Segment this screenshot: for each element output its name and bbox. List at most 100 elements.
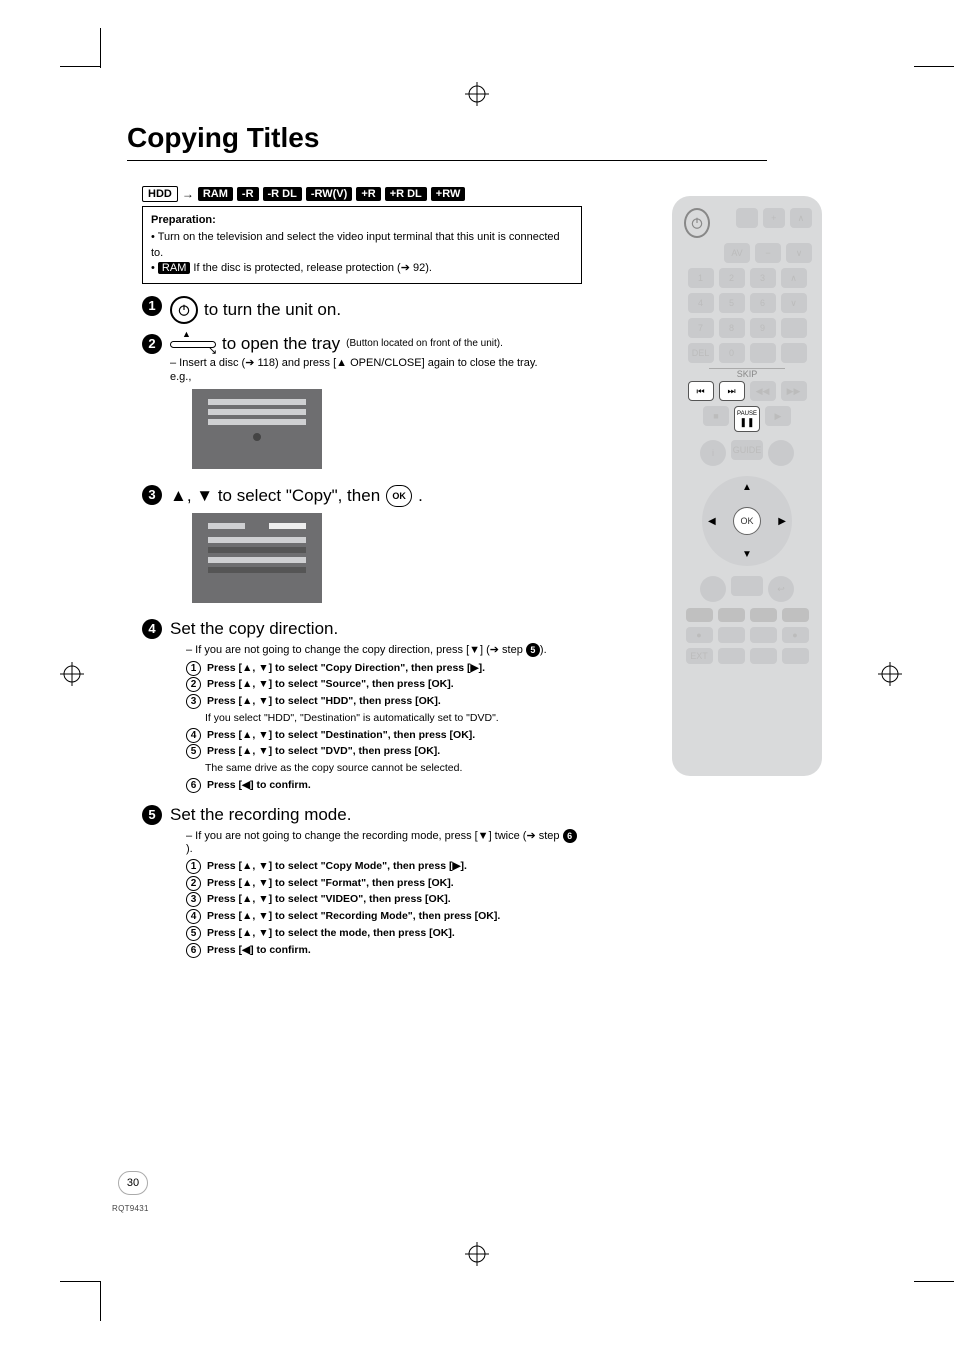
right-arrow-icon: ▶ bbox=[778, 516, 786, 527]
substep-num: 4 bbox=[186, 728, 201, 743]
remote-vol-button: − bbox=[755, 243, 781, 263]
step-5: 5 Set the recording mode. – If you are n… bbox=[142, 805, 582, 960]
disc-label-hdd: HDD bbox=[142, 186, 178, 202]
skip-label: SKIP bbox=[682, 368, 812, 379]
navigation-ring: ▲ ▼ ◀ ▶ OK bbox=[702, 476, 792, 566]
arrow-icon: → bbox=[182, 187, 194, 201]
step-4-item-5: Press [▲, ▼] to select "DVD", then press… bbox=[207, 744, 440, 760]
step-4-item-1: Press [▲, ▼] to select "Copy Direction",… bbox=[207, 661, 485, 677]
disc-label-rwv: -RW(V) bbox=[306, 187, 352, 201]
remote-button bbox=[781, 318, 807, 338]
disc-label-plus-rdl: +R DL bbox=[385, 187, 427, 201]
fast-forward-icon: ▶▶ bbox=[781, 381, 807, 401]
step-4-item-3: Press [▲, ▼] to select "HDD", then press… bbox=[207, 694, 441, 710]
step-4-item-3-note: If you select "HDD", "Destination" is au… bbox=[205, 711, 582, 727]
remote-num-9: 9 bbox=[750, 318, 776, 338]
substep-num: 1 bbox=[186, 661, 201, 676]
ext-button: EXT bbox=[686, 648, 713, 664]
skip-back-icon: ⏮ bbox=[688, 381, 714, 401]
remote-del-button: DEL bbox=[688, 343, 714, 363]
substep-num: 6 bbox=[186, 943, 201, 958]
remote-num-6: 6 bbox=[750, 293, 776, 313]
remote-vol-button: + bbox=[763, 208, 785, 228]
remote-num-1: 1 bbox=[688, 268, 714, 288]
remote-num-5: 5 bbox=[719, 293, 745, 313]
step-ref-5: 5 bbox=[526, 643, 540, 657]
substep-num: 2 bbox=[186, 677, 201, 692]
crop-mark bbox=[100, 1281, 101, 1321]
remote-num-3: 3 bbox=[750, 268, 776, 288]
step-2: 2 ▲↘ to open the tray (Button located on… bbox=[142, 334, 582, 475]
disc-label-plus-r: +R bbox=[356, 187, 380, 201]
crop-mark bbox=[60, 66, 100, 67]
remote-ch-down-button: ∨ bbox=[786, 243, 812, 263]
registration-mark-icon bbox=[878, 662, 902, 686]
menu-illustration bbox=[192, 513, 322, 603]
remote-up-button: ∧ bbox=[781, 268, 807, 288]
step-4-item-6: Press [◀] to confirm. bbox=[207, 778, 311, 794]
rewind-icon: ◀◀ bbox=[750, 381, 776, 401]
step-number-4: 4 bbox=[142, 619, 162, 639]
step-5-item-4: Press [▲, ▼] to select "Recording Mode",… bbox=[207, 909, 500, 925]
step-number-3: 3 bbox=[142, 485, 162, 505]
step-4-substeps: 1 Press [▲, ▼] to select "Copy Direction"… bbox=[186, 661, 582, 794]
remote-button bbox=[750, 648, 777, 664]
substep-num: 4 bbox=[186, 909, 201, 924]
step-5-item-1: Press [▲, ▼] to select "Copy Mode", then… bbox=[207, 859, 467, 875]
crop-mark bbox=[914, 66, 954, 67]
step-5-item-6: Press [◀] to confirm. bbox=[207, 943, 311, 959]
step-ref-6: 6 bbox=[563, 829, 577, 843]
preparation-box: Preparation: • Turn on the television an… bbox=[142, 206, 582, 284]
info-button: i bbox=[700, 440, 726, 466]
preparation-line-1: • Turn on the television and select the … bbox=[151, 230, 573, 261]
disc-label-ram-inline: RAM bbox=[158, 262, 190, 274]
step-4-item-2: Press [▲, ▼] to select "Source", then pr… bbox=[207, 677, 454, 693]
remote-button bbox=[782, 648, 809, 664]
step-3-text: ▲, ▼ to select "Copy", then bbox=[170, 486, 380, 506]
remote-ch-up-button: ∧ bbox=[790, 208, 812, 228]
step-2-subtext: – Insert a disc (➔ 118) and press [▲ OPE… bbox=[170, 356, 582, 369]
page-number: 30 bbox=[118, 1171, 148, 1195]
remote-down-button: ∨ bbox=[781, 293, 807, 313]
remote-button bbox=[731, 576, 763, 596]
step-2-eg: e.g., bbox=[170, 371, 582, 383]
disc-label-rdl: -R DL bbox=[263, 187, 302, 201]
pause-button: PAUSE❚❚ bbox=[734, 406, 760, 432]
main-column: HDD → RAM -R -R DL -RW(V) +R +R DL +RW P… bbox=[142, 186, 582, 969]
step-5-item-2: Press [▲, ▼] to select "Format", then pr… bbox=[207, 876, 454, 892]
remote-num-0: 0 bbox=[719, 343, 745, 363]
substep-num: 3 bbox=[186, 892, 201, 907]
step-2-text: to open the tray bbox=[222, 334, 340, 354]
color-button-blue bbox=[782, 608, 809, 622]
remote-button bbox=[736, 208, 758, 228]
step-4: 4 Set the copy direction. – If you are n… bbox=[142, 619, 582, 795]
remote-av-button: AV bbox=[724, 243, 750, 263]
down-arrow-icon: ▼ bbox=[742, 549, 752, 560]
remote-num-4: 4 bbox=[688, 293, 714, 313]
disc-label-ram: RAM bbox=[198, 187, 233, 201]
power-icon bbox=[684, 208, 710, 238]
crop-mark bbox=[60, 1281, 100, 1282]
step-number-5: 5 bbox=[142, 805, 162, 825]
remote-num-8: 8 bbox=[719, 318, 745, 338]
step-4-dash: – If you are not going to change the cop… bbox=[186, 643, 582, 657]
color-button-green bbox=[718, 608, 745, 622]
preparation-line-2: • RAM If the disc is protected, release … bbox=[151, 261, 573, 276]
guide-button: GUIDE bbox=[731, 440, 763, 460]
remote-control-illustration: + ∧ AV − ∨ 123∧ 456∨ 789 DEL0 SKIP ⏮ ⏭ ◀… bbox=[672, 196, 822, 776]
page-title: Copying Titles bbox=[127, 122, 767, 161]
open-tray-icon: ▲↘ bbox=[170, 335, 216, 353]
step-number-1: 1 bbox=[142, 296, 162, 316]
record-button: ● bbox=[686, 627, 713, 643]
remote-button bbox=[718, 648, 745, 664]
remote-button bbox=[781, 343, 807, 363]
step-5-dash: – If you are not going to change the rec… bbox=[186, 829, 582, 855]
substep-num: 3 bbox=[186, 694, 201, 709]
color-button-red bbox=[686, 608, 713, 622]
power-icon bbox=[170, 296, 198, 324]
remote-button bbox=[750, 627, 777, 643]
step-5-substeps: 1Press [▲, ▼] to select "Copy Mode", the… bbox=[186, 859, 582, 959]
step-number-2: 2 bbox=[142, 334, 162, 354]
step-2-note: (Button located on front of the unit). bbox=[346, 338, 503, 349]
substep-num: 2 bbox=[186, 876, 201, 891]
